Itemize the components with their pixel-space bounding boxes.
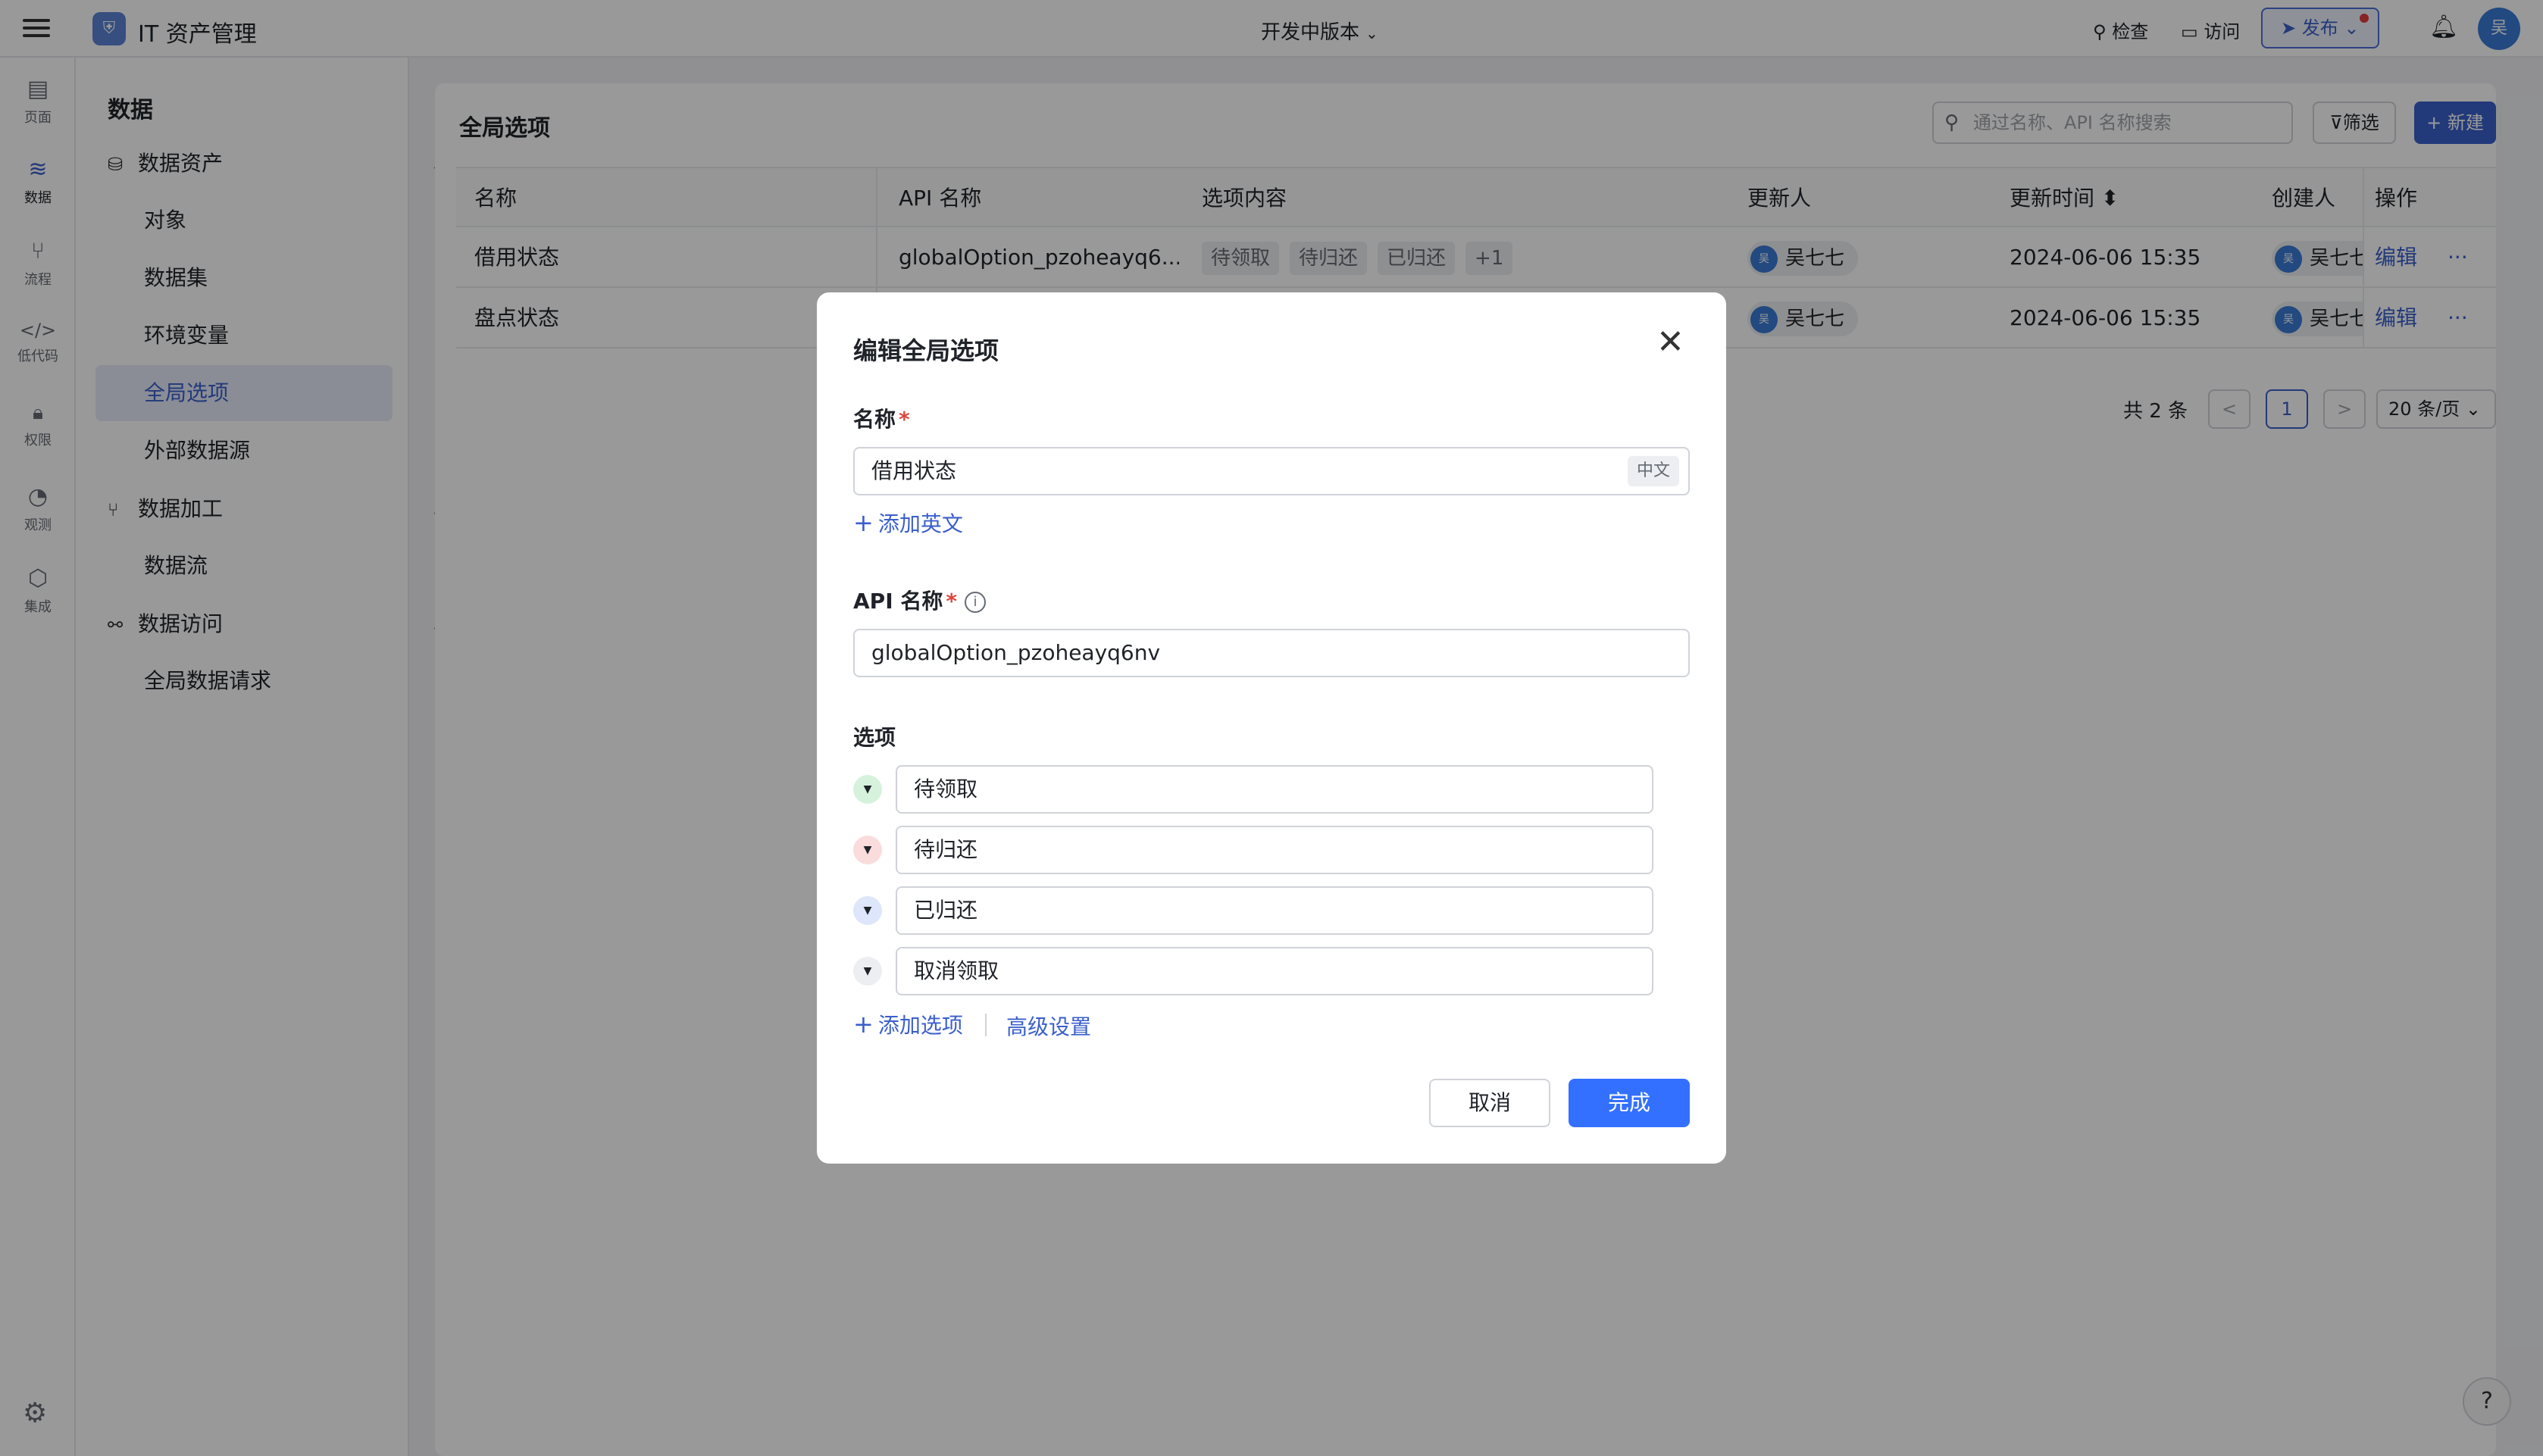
- option-input[interactable]: 已归还: [896, 886, 1653, 935]
- add-english-link[interactable]: + 添加英文: [853, 508, 963, 538]
- done-button[interactable]: 完成: [1569, 1079, 1690, 1127]
- advanced-settings-link[interactable]: 高级设置: [1006, 1011, 1091, 1041]
- add-english-label: 添加英文: [877, 511, 963, 536]
- api-name-label-text: API 名称: [853, 589, 943, 614]
- option-input[interactable]: 待归还: [896, 826, 1653, 874]
- divider: [985, 1014, 987, 1036]
- name-input[interactable]: 借用状态 中文: [853, 447, 1690, 495]
- option-input[interactable]: 取消领取: [896, 947, 1653, 995]
- option-color-picker[interactable]: ▼: [853, 775, 882, 804]
- dialog-title: 编辑全局选项: [853, 336, 999, 365]
- info-icon[interactable]: i: [965, 592, 987, 613]
- api-name-input[interactable]: globalOption_pzoheayq6nv: [853, 629, 1690, 677]
- required-mark: *: [899, 407, 910, 432]
- option-color-picker[interactable]: ▼: [853, 957, 882, 986]
- option-color-picker[interactable]: ▼: [853, 896, 882, 925]
- name-label-text: 名称: [853, 407, 896, 432]
- option-color-picker[interactable]: ▼: [853, 836, 882, 864]
- api-name-label: API 名称 * i: [853, 585, 987, 615]
- required-mark: *: [946, 589, 958, 614]
- language-tag[interactable]: 中文: [1627, 456, 1679, 486]
- options-label: 选项: [853, 725, 896, 750]
- plus-icon: +: [853, 508, 874, 537]
- option-row: ▼ 取消领取: [853, 947, 1656, 995]
- option-row: ▼ 待归还: [853, 826, 1656, 874]
- api-name-value: globalOption_pzoheayq6nv: [871, 640, 1161, 665]
- option-row: ▼ 待领取: [853, 765, 1656, 814]
- cancel-button[interactable]: 取消: [1429, 1079, 1550, 1127]
- name-value: 借用状态: [871, 458, 957, 483]
- plus-icon: +: [853, 1010, 874, 1039]
- add-option-link[interactable]: + 添加选项: [853, 1009, 963, 1039]
- option-input[interactable]: 待领取: [896, 765, 1653, 814]
- add-option-label: 添加选项: [877, 1013, 963, 1038]
- name-label: 名称 *: [853, 403, 910, 433]
- close-icon[interactable]: ✕: [1656, 326, 1684, 359]
- edit-global-option-dialog: 编辑全局选项 ✕ 名称 * 借用状态 中文 + 添加英文 API 名称 * i globa…: [817, 292, 1726, 1164]
- option-row: ▼ 已归还: [853, 886, 1656, 935]
